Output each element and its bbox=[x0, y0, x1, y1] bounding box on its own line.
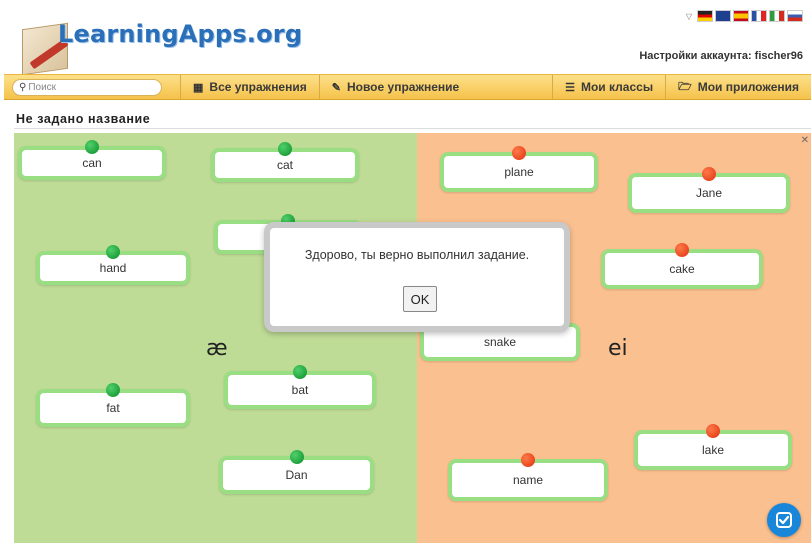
status-dot-icon bbox=[106, 245, 120, 259]
nav-new-exercise[interactable]: ✎ Новое упражнение bbox=[318, 75, 471, 99]
zone-label-ae: æ bbox=[206, 336, 228, 361]
close-icon[interactable]: ✕ bbox=[801, 135, 809, 146]
status-dot-icon bbox=[293, 365, 307, 379]
list-icon: ☰ bbox=[565, 81, 575, 94]
nav-new-exercise-label: Новое упражнение bbox=[346, 80, 460, 94]
check-button[interactable] bbox=[767, 503, 801, 537]
title-divider bbox=[14, 128, 811, 129]
status-dot-icon bbox=[278, 142, 292, 156]
success-dialog: Здорово, ты верно выполнил задание. OK bbox=[264, 222, 570, 332]
word-card-bat[interactable]: bat bbox=[224, 365, 376, 409]
language-dropdown-icon[interactable]: ▽ bbox=[686, 12, 692, 21]
logo[interactable]: LearningApps.org bbox=[18, 8, 302, 76]
search-input[interactable]: ⚲ Поиск bbox=[12, 78, 162, 96]
flag-uk-icon[interactable] bbox=[715, 10, 731, 22]
account-settings-link[interactable]: Настройки аккаунта: fischer96 bbox=[639, 50, 803, 62]
word-label: plane bbox=[504, 165, 534, 179]
nav-my-classes[interactable]: ☰ Мои классы bbox=[552, 75, 665, 99]
word-label: Jane bbox=[695, 186, 723, 200]
status-dot-icon bbox=[85, 140, 99, 154]
nav-my-apps-label: Мои приложения bbox=[697, 80, 799, 94]
word-label: Dan bbox=[285, 468, 308, 482]
flag-es-icon[interactable] bbox=[733, 10, 749, 22]
status-dot-icon bbox=[675, 243, 689, 257]
status-dot-icon bbox=[706, 424, 720, 438]
status-dot-icon bbox=[521, 453, 535, 467]
word-card-name[interactable]: name bbox=[448, 453, 608, 501]
zone-label-ei: ei bbox=[608, 336, 628, 361]
grid-icon: ▦ bbox=[193, 81, 204, 94]
check-icon bbox=[776, 512, 792, 528]
search-placeholder: Поиск bbox=[28, 81, 57, 93]
word-label: name bbox=[512, 473, 544, 487]
word-card-fat[interactable]: fat bbox=[36, 383, 190, 427]
word-card-lake[interactable]: lake bbox=[634, 424, 792, 470]
status-dot-icon bbox=[106, 383, 120, 397]
word-label: fat bbox=[106, 401, 120, 415]
pencil-icon: ✎ bbox=[331, 81, 341, 94]
navbar: ⚲ Поиск ▦ Все упражнения ✎ Новое упражне… bbox=[4, 74, 811, 100]
flag-de-icon[interactable] bbox=[697, 10, 713, 22]
flag-it-icon[interactable] bbox=[769, 10, 785, 22]
word-card-dan[interactable]: Dan bbox=[219, 450, 374, 494]
word-label: cat bbox=[276, 158, 293, 172]
word-card-cake[interactable]: cake bbox=[601, 243, 763, 289]
ok-button[interactable]: OK bbox=[403, 286, 437, 312]
nav-all-exercises-label: Все упражнения bbox=[209, 80, 307, 94]
nav-my-classes-label: Мои классы bbox=[580, 80, 654, 94]
word-label: snake bbox=[483, 335, 517, 349]
status-dot-icon bbox=[702, 167, 716, 181]
page-title: Не задано название bbox=[16, 112, 151, 126]
word-label: lake bbox=[701, 443, 724, 457]
word-card-hand[interactable]: hand bbox=[36, 245, 190, 285]
status-dot-icon bbox=[512, 146, 526, 160]
nav-my-apps[interactable]: 🗁 Мои приложения bbox=[665, 75, 811, 99]
word-label: can bbox=[82, 156, 102, 170]
logo-text: LearningApps.org bbox=[58, 20, 303, 48]
dialog-message: Здорово, ты верно выполнил задание. bbox=[304, 248, 530, 262]
status-dot-icon bbox=[289, 450, 304, 464]
language-flags: ▽ bbox=[686, 10, 803, 22]
word-card-jane[interactable]: Jane bbox=[628, 167, 790, 213]
flag-ru-icon[interactable] bbox=[787, 10, 803, 22]
nav-all-exercises[interactable]: ▦ Все упражнения bbox=[180, 75, 319, 99]
word-label: hand bbox=[99, 261, 127, 275]
word-card-cat[interactable]: cat bbox=[211, 142, 359, 182]
word-label: cake bbox=[669, 262, 695, 276]
exercise-board: æ ei can cat hand bat fat Dan plane Jane… bbox=[14, 133, 811, 543]
word-label: bat bbox=[291, 383, 309, 397]
word-card-plane[interactable]: plane bbox=[440, 146, 598, 192]
word-card-can[interactable]: can bbox=[18, 140, 166, 180]
flag-fr-icon[interactable] bbox=[751, 10, 767, 22]
folder-icon: 🗁 bbox=[678, 80, 692, 93]
search-icon: ⚲ bbox=[19, 81, 27, 93]
